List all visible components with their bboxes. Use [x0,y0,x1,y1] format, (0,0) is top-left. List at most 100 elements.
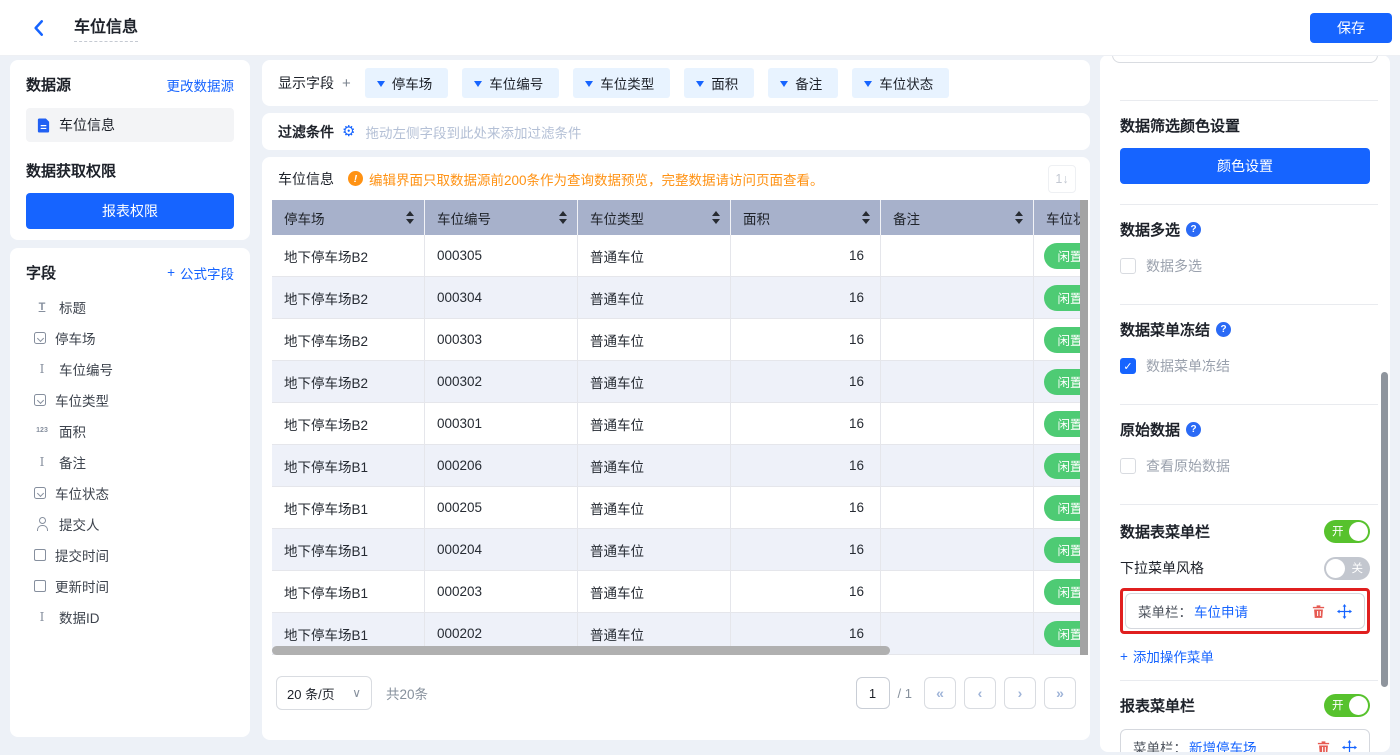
table-row[interactable]: 地下停车场B1 000203 普通车位 16 闲置 [272,571,1080,613]
sort-arrows-icon[interactable] [862,211,870,224]
plus-icon: + [1120,649,1128,664]
help-icon[interactable]: ? [1186,422,1201,437]
gear-icon[interactable]: ⚙ [342,124,355,139]
checkbox-checked[interactable] [1120,358,1136,374]
checkbox[interactable] [1120,458,1136,474]
panel-scrollbar[interactable] [1381,372,1388,687]
chip-label: 车位编号 [489,73,543,93]
vertical-scrollbar[interactable] [1080,200,1088,655]
prev-page-button[interactable]: ‹ [964,677,996,709]
field-item[interactable]: 提交人 [26,508,234,539]
first-page-button[interactable]: « [924,677,956,709]
table-row[interactable]: 地下停车场B1 000205 普通车位 16 闲置 [272,487,1080,529]
table-row[interactable]: 地下停车场B2 000302 普通车位 16 闲置 [272,361,1080,403]
move-icon[interactable] [1342,740,1357,753]
field-item-label: 车位状态 [55,483,109,503]
help-icon[interactable]: ? [1216,322,1231,337]
display-field-chip[interactable]: 备注 [768,68,838,98]
display-field-chip[interactable]: 面积 [684,68,754,98]
move-icon[interactable] [1337,604,1352,619]
cell-note [881,319,1034,360]
display-field-chip[interactable]: 停车场 [365,68,449,98]
field-item[interactable]: 停车场 [26,322,234,353]
column-header[interactable]: 车位类型 [578,200,731,235]
field-item-label: 车位类型 [55,390,109,410]
table-row[interactable]: 地下停车场B2 000304 普通车位 16 闲置 [272,277,1080,319]
column-header[interactable]: 车位状态 [1034,200,1080,235]
field-item[interactable]: 提交时间 [26,539,234,570]
table-row[interactable]: 地下停车场B1 000204 普通车位 16 闲置 [272,529,1080,571]
multi-select-checkbox[interactable]: 数据多选 [1120,256,1370,276]
add-formula-field-link[interactable]: + 公式字段 [167,263,234,283]
status-badge: 闲置 [1044,411,1080,437]
cell-note [881,613,1034,654]
data-table: 停车场 车位编号 车位类型 面积 备注 车位状态 地下停车场B2 000305 … [272,200,1080,655]
column-header[interactable]: 备注 [881,200,1034,235]
cell-space-code: 000302 [425,361,578,402]
back-button[interactable] [30,19,48,37]
cell-space-type: 普通车位 [578,235,731,276]
field-item[interactable]: 数据ID [26,601,234,632]
datasource-item[interactable]: 车位信息 [26,108,234,142]
dropdown-style-toggle[interactable]: 关 [1324,557,1370,580]
table-row[interactable]: 地下停车场B2 000303 普通车位 16 闲置 [272,319,1080,361]
sort-tool-button[interactable]: 1↓ [1048,165,1076,193]
status-badge: 闲置 [1044,495,1080,521]
raw-data-checkbox[interactable]: 查看原始数据 [1120,456,1370,476]
color-settings-button[interactable]: 颜色设置 [1120,148,1370,184]
horizontal-scrollbar[interactable] [272,646,890,655]
add-action-menu-link[interactable]: + 添加操作菜单 [1120,646,1214,666]
cell-note [881,235,1034,276]
person-icon [34,517,50,531]
sort-arrows-icon[interactable] [1015,211,1023,224]
field-item[interactable]: 面积 [26,415,234,446]
report-permission-button[interactable]: 报表权限 [26,193,234,229]
field-list: 标题 停车场 车位编号 车位类型 面积 [26,291,234,632]
display-field-chip[interactable]: 车位类型 [573,68,670,98]
trash-icon[interactable] [1316,740,1331,753]
add-display-field-button[interactable]: + [342,75,351,92]
field-item[interactable]: 备注 [26,446,234,477]
field-item[interactable]: 标题 [26,291,234,322]
save-button[interactable]: 保存 [1310,13,1392,43]
table-row[interactable]: 地下停车场B2 000301 普通车位 16 闲置 [272,403,1080,445]
field-item[interactable]: 车位状态 [26,477,234,508]
cell-area: 16 [731,445,881,486]
help-icon[interactable]: ? [1186,222,1201,237]
next-page-button[interactable]: › [1004,677,1036,709]
table-menu-item[interactable]: 菜单栏： 车位申请 [1125,593,1365,629]
field-item[interactable]: 更新时间 [26,570,234,601]
trash-icon[interactable] [1311,604,1326,619]
change-datasource-link[interactable]: 更改数据源 [167,75,235,95]
checkbox[interactable] [1120,258,1136,274]
cell-space-type: 普通车位 [578,361,731,402]
table-row[interactable]: 地下停车场B1 000206 普通车位 16 闲置 [272,445,1080,487]
menu-freeze-checkbox[interactable]: 数据菜单冻结 [1120,356,1370,376]
last-page-button[interactable]: » [1044,677,1076,709]
sort-arrows-icon[interactable] [712,211,720,224]
sort-arrows-icon[interactable] [406,211,414,224]
column-header[interactable]: 停车场 [272,200,425,235]
page-size-select[interactable]: 20 条/页 ∨ [276,676,372,710]
column-header[interactable]: 车位编号 [425,200,578,235]
field-item-label: 提交时间 [55,545,109,565]
chevron-down-icon [780,81,788,91]
datasource-panel: 数据源 更改数据源 车位信息 数据获取权限 报表权限 [10,60,250,240]
column-header[interactable]: 面积 [731,200,881,235]
report-menu-item[interactable]: 菜单栏： 新增停车场 [1120,729,1370,752]
table-menu-toggle[interactable]: 开 [1324,520,1370,543]
sort-arrows-icon[interactable] [559,211,567,224]
cell-parking-lot: 地下停车场B1 [272,487,425,528]
field-item[interactable]: 车位类型 [26,384,234,415]
status-badge: 闲置 [1044,285,1080,311]
field-item-label: 车位编号 [59,359,113,379]
table-row[interactable]: 地下停车场B2 000305 普通车位 16 闲置 [272,235,1080,277]
field-item[interactable]: 车位编号 [26,353,234,384]
report-menu-toggle[interactable]: 开 [1324,694,1370,717]
title-icon [34,300,50,314]
cell-parking-lot: 地下停车场B2 [272,277,425,318]
cell-area: 16 [731,277,881,318]
display-field-chip[interactable]: 车位编号 [462,68,559,98]
page-input[interactable]: 1 [856,677,890,709]
display-field-chip[interactable]: 车位状态 [852,68,949,98]
